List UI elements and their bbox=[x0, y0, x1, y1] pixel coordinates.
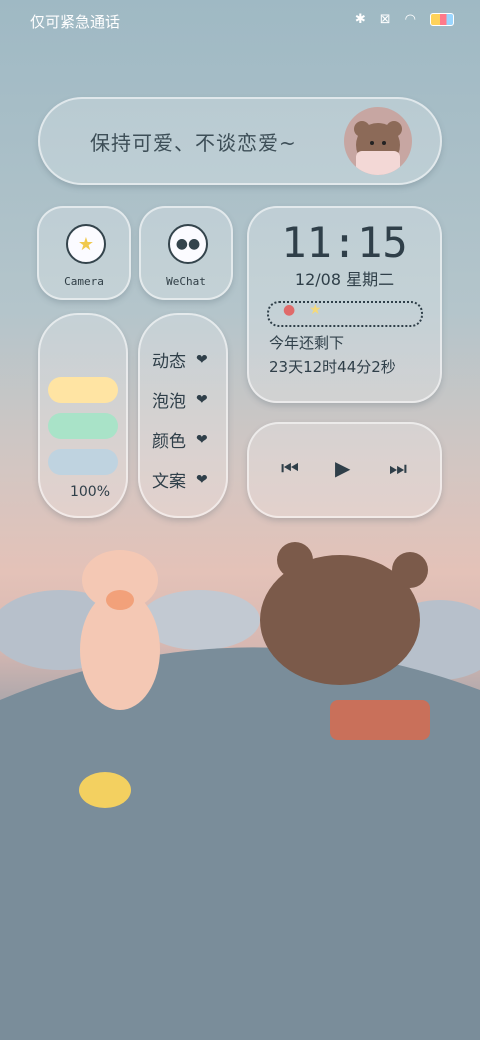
menu-item-yanse[interactable]: 颜色 ❤ bbox=[152, 427, 208, 453]
strawberry-icon: ● bbox=[283, 302, 296, 318]
slider-percent: 100% bbox=[69, 484, 110, 500]
menu-item-label: 动态 bbox=[152, 352, 186, 372]
wechat-icon: ●● bbox=[168, 224, 208, 264]
wechat-label: WeChat bbox=[166, 275, 206, 288]
blue-slider[interactable] bbox=[48, 449, 118, 475]
color-sliders-widget[interactable]: 100% bbox=[38, 313, 128, 518]
carrier-text: 仅可紧急通话 bbox=[30, 13, 121, 31]
star-camera-icon: ★ bbox=[66, 224, 106, 264]
year-remaining-value: 23天12时44分2秒 bbox=[269, 358, 396, 376]
clock-widget[interactable]: 11:15 12/08 星期二 ● ★ 今年还剩下 23天12时44分2秒 bbox=[247, 206, 442, 403]
heart-icon: ❤ bbox=[196, 471, 208, 488]
music-widget[interactable]: ⏮ ▶ ⏭ bbox=[247, 422, 442, 518]
menu-item-paopao[interactable]: 泡泡 ❤ bbox=[152, 387, 208, 413]
no-sim-icon: ⊠ bbox=[379, 12, 391, 27]
green-slider[interactable] bbox=[48, 413, 118, 439]
yellow-slider[interactable] bbox=[48, 377, 118, 403]
clock-date: 12/08 星期二 bbox=[294, 270, 395, 289]
battery-icon bbox=[430, 13, 454, 26]
slogan-text: 保持可爱、不谈恋爱~ bbox=[90, 131, 297, 155]
bear-avatar bbox=[344, 107, 412, 175]
status-bar: 仅可紧急通话 ✱ ⊠ ◠ bbox=[0, 0, 480, 42]
menu-item-dongtai[interactable]: 动态 ❤ bbox=[152, 347, 208, 373]
camera-label: Camera bbox=[64, 275, 104, 288]
menu-item-label: 颜色 bbox=[152, 432, 186, 452]
camera-app[interactable]: ★ Camera bbox=[37, 206, 131, 300]
bluetooth-icon: ✱ bbox=[354, 12, 366, 27]
heart-icon: ❤ bbox=[196, 351, 208, 368]
status-icons: ✱ ⊠ ◠ bbox=[355, 12, 454, 27]
wechat-app[interactable]: ●● WeChat bbox=[139, 206, 233, 300]
menu-item-label: 文案 bbox=[152, 472, 186, 492]
prev-track-button[interactable]: ⏮ bbox=[281, 456, 299, 480]
next-track-button[interactable]: ⏭ bbox=[389, 456, 407, 480]
clock-time: 11:15 bbox=[281, 218, 408, 267]
menu-item-wenan[interactable]: 文案 ❤ bbox=[152, 467, 208, 493]
heart-icon: ❤ bbox=[196, 431, 208, 448]
menu-item-label: 泡泡 bbox=[152, 392, 186, 412]
star-icon: ★ bbox=[309, 302, 322, 318]
year-remaining-label: 今年还剩下 bbox=[269, 334, 345, 352]
menu-widget[interactable]: 动态 ❤ 泡泡 ❤ 颜色 ❤ 文案 ❤ bbox=[138, 313, 228, 518]
wifi-icon: ◠ bbox=[404, 12, 416, 27]
year-progress-bar: ● ★ bbox=[267, 301, 423, 327]
slogan-widget[interactable]: 保持可爱、不谈恋爱~ bbox=[38, 97, 442, 185]
heart-icon: ❤ bbox=[196, 391, 208, 408]
wallpaper-illustration bbox=[0, 542, 480, 1040]
play-button[interactable]: ▶ bbox=[335, 456, 350, 480]
